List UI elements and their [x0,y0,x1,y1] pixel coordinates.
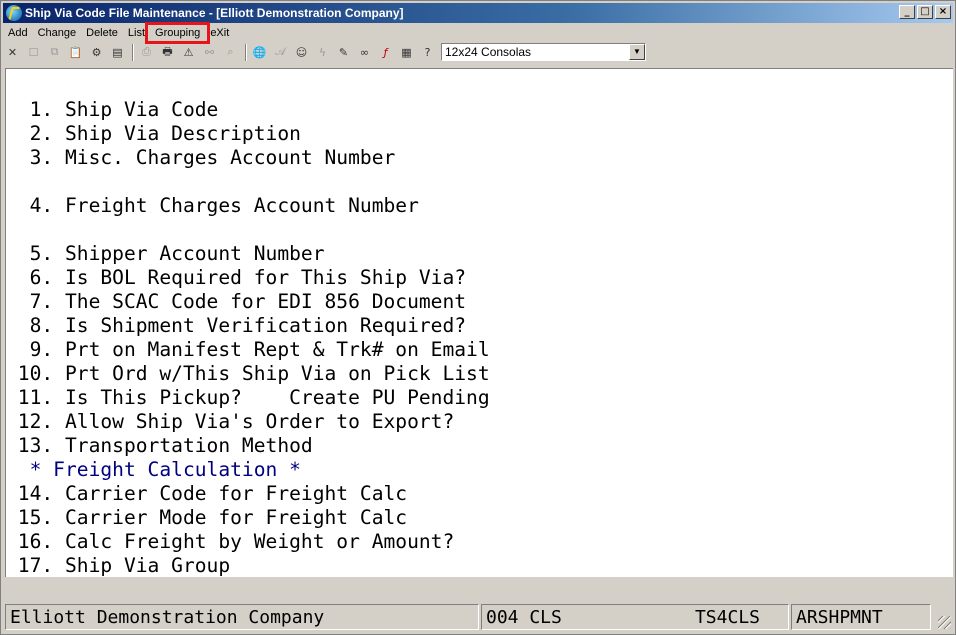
menu-bar: Add Change Delete List Grouping eXit [3,22,953,44]
toolbar: ✕ ☐ ⧉ 📋 ⚙ ▤ ⎙ 🖶 ⚠ ⚯ ⌕ 🌐 𝒜 ☺ ϟ ✎ ∞ ƒ ▦ ? … [3,42,953,62]
field-line-12: 12. Allow Ship Via's Order to Export? [6,410,455,433]
menu-grouping[interactable]: Grouping [145,22,211,44]
binoculars-icon[interactable]: ⚯ [200,43,219,62]
field-line-17: 17. Ship Via Group [6,554,231,577]
menu-change[interactable]: Change [33,27,82,39]
menu-add[interactable]: Add [3,27,33,39]
script-icon[interactable]: ✎ [334,43,353,62]
field-line-6: 6. Is BOL Required for This Ship Via? [6,266,467,289]
resize-grip[interactable] [938,616,951,629]
field-line-1: 1. Ship Via Code [6,98,219,121]
field-line-2: 2. Ship Via Description [6,122,301,145]
field-line-14: 14. Carrier Code for Freight Calc [6,482,408,505]
help-icon[interactable]: ? [418,43,437,62]
terminal-screen[interactable]: 1. Ship Via Code 2. Ship Via Description… [5,68,953,577]
close-icon[interactable]: ✕ [3,43,22,62]
maximize-button[interactable]: □ [917,5,933,19]
link-icon[interactable]: ∞ [355,43,374,62]
user-icon[interactable]: ☺ [292,43,311,62]
field-line-13: 13. Transportation Method [6,434,313,457]
font-size-value: 12x24 Consolas [445,45,532,59]
menu-list[interactable]: List [123,27,150,39]
chevron-down-icon[interactable]: ▼ [629,44,645,60]
section-header-freight: * Freight Calculation * [6,458,301,481]
status-station: TS4CLS [694,606,760,628]
print-icon[interactable]: ⎙ [137,43,156,62]
field-line-8: 8. Is Shipment Verification Required? [6,314,467,337]
copy-icon[interactable]: ⧉ [45,43,64,62]
elliott-app-icon[interactable] [6,5,22,21]
globe-icon[interactable]: 🌐 [250,43,269,62]
toolbar-separator [245,43,247,61]
status-session-panel: 004 CLS TS4CLS [481,604,789,630]
window-title: Ship Via Code File Maintenance - [Elliot… [25,6,404,20]
alert-icon[interactable]: ⚠ [179,43,198,62]
field-line-4: 4. Freight Charges Account Number [6,194,419,217]
properties-icon[interactable]: ▤ [108,43,127,62]
print-setup-icon[interactable]: 🖶 [158,43,177,62]
status-bar: Elliott Demonstration Company 004 CLS TS… [5,604,953,631]
field-line-7: 7. The SCAC Code for EDI 856 Document [6,290,467,313]
status-program: ARSHPMNT [791,604,931,630]
window-controls: _ □ × [897,5,951,19]
close-button[interactable]: × [935,5,951,19]
magnifier-icon[interactable]: ⌕ [221,43,240,62]
toolbar-separator [132,43,134,61]
field-line-15: 15. Carrier Mode for Freight Calc [6,506,408,529]
status-session: 004 CLS [486,606,562,628]
notes-icon[interactable]: ▦ [397,43,416,62]
field-line-11: 11. Is This Pickup? Create PU Pending [6,386,490,409]
menu-exit[interactable]: eXit [205,27,234,39]
font-icon[interactable]: 𝒜 [271,43,290,62]
settings-icon[interactable]: ⚙ [87,43,106,62]
minimize-button[interactable]: _ [899,5,915,19]
function-icon[interactable]: ƒ [376,43,395,62]
menu-delete[interactable]: Delete [81,27,123,39]
field-line-3: 3. Misc. Charges Account Number [6,146,396,169]
field-line-5: 5. Shipper Account Number [6,242,325,265]
field-line-16: 16. Calc Freight by Weight or Amount? [6,530,455,553]
lightning-icon[interactable]: ϟ [313,43,332,62]
status-company: Elliott Demonstration Company [5,604,479,630]
font-size-select[interactable]: 12x24 Consolas ▼ [441,43,646,61]
blank-icon[interactable]: ☐ [24,43,43,62]
app-window: Ship Via Code File Maintenance - [Elliot… [0,0,956,635]
paste-icon[interactable]: 📋 [66,43,85,62]
screen-bottom-gap [5,578,953,604]
field-line-9: 9. Prt on Manifest Rept & Trk# on Email [6,338,490,361]
title-bar[interactable]: Ship Via Code File Maintenance - [Elliot… [3,3,953,23]
field-line-10: 10. Prt Ord w/This Ship Via on Pick List [6,362,490,385]
